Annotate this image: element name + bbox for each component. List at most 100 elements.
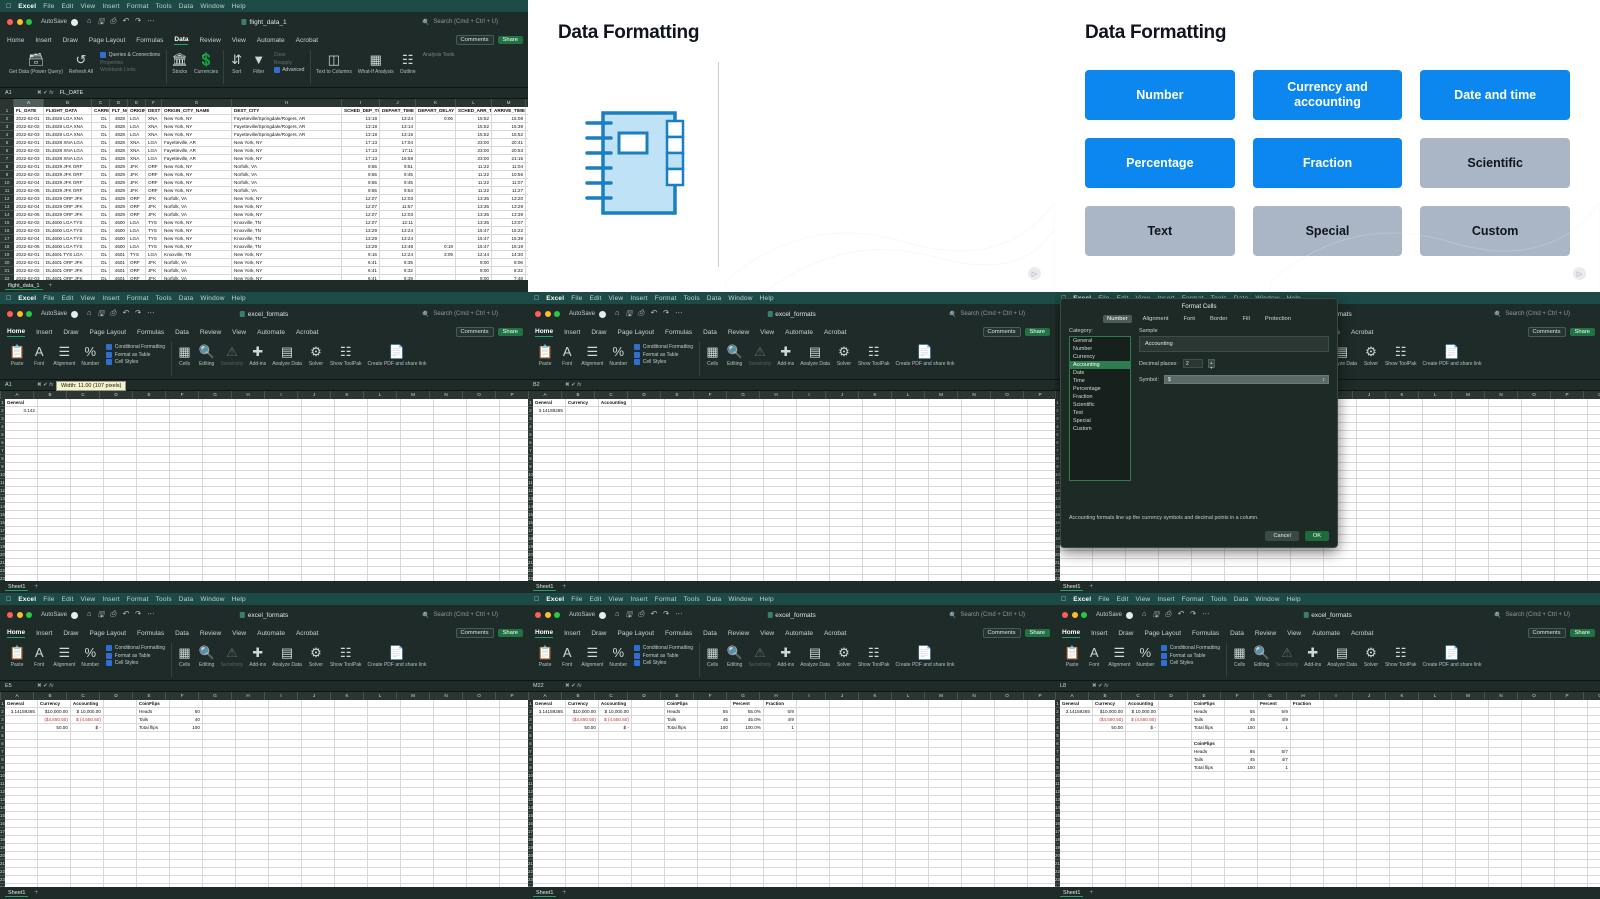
cell[interactable] [467, 756, 500, 763]
cell[interactable] [665, 567, 698, 574]
cell[interactable] [302, 543, 335, 550]
cell[interactable]: Norfolk, VA [162, 259, 232, 266]
print-icon[interactable]: ⎙ [110, 308, 116, 321]
cell[interactable] [203, 407, 236, 414]
column-header-E[interactable]: E [1188, 692, 1221, 700]
cell[interactable] [71, 876, 104, 883]
analysis-tools-item[interactable]: Analysis Tools [423, 52, 455, 58]
cell[interactable] [71, 860, 104, 867]
cell[interactable] [632, 732, 665, 739]
cell[interactable] [533, 567, 566, 574]
quick-access-toolbar[interactable]: ⌂🖫⎙↶↷⋯ [1142, 609, 1209, 622]
cell[interactable] [5, 804, 38, 811]
menu-view[interactable]: View [609, 295, 624, 302]
cell[interactable] [830, 559, 863, 566]
cell[interactable] [566, 543, 599, 550]
cell[interactable] [1456, 836, 1489, 843]
cell[interactable]: XNA [146, 131, 162, 138]
cell[interactable]: New York, NY [162, 115, 232, 122]
cell[interactable] [203, 740, 236, 747]
cell[interactable] [1489, 455, 1522, 462]
cell[interactable] [368, 511, 401, 518]
menu-help[interactable]: Help [232, 596, 246, 603]
cell[interactable] [1588, 860, 1600, 867]
cell[interactable] [1159, 748, 1192, 755]
cell[interactable]: General [5, 399, 38, 406]
cell[interactable] [962, 804, 995, 811]
cell[interactable] [1555, 700, 1588, 707]
cell[interactable] [203, 399, 236, 406]
row-header[interactable]: 18 [0, 243, 14, 251]
cell[interactable] [1060, 764, 1093, 771]
cell[interactable] [665, 796, 698, 803]
cell[interactable] [1028, 820, 1055, 827]
cell[interactable]: Fayetteville/Springdale/Rogers, AR [232, 123, 342, 130]
cell[interactable] [1357, 812, 1390, 819]
column-header-N[interactable]: N [1485, 391, 1518, 399]
cell[interactable] [269, 804, 302, 811]
cell[interactable]: 2022-02-01 [14, 139, 44, 146]
menu-view[interactable]: View [81, 295, 96, 302]
cell[interactable] [236, 772, 269, 779]
cell[interactable] [698, 876, 731, 883]
cell[interactable] [269, 527, 302, 534]
cell[interactable] [1456, 740, 1489, 747]
sheet-cells[interactable]: FL_DATEFLIGHT_DATACARRIERFLT_NOORIGINDES… [14, 107, 528, 292]
cell[interactable] [797, 511, 830, 518]
autosave-toggle[interactable]: AutoSave [1096, 611, 1134, 619]
cell[interactable] [170, 495, 203, 502]
cell[interactable] [170, 559, 203, 566]
cell[interactable] [38, 543, 71, 550]
column-header-B[interactable]: B [34, 692, 67, 700]
cell[interactable] [1357, 724, 1390, 731]
cell[interactable] [1028, 439, 1055, 446]
column-header-O[interactable]: O [463, 391, 496, 399]
cell[interactable] [929, 876, 962, 883]
table-row[interactable] [4, 511, 528, 519]
cell[interactable] [236, 724, 269, 731]
add-sheet-icon[interactable]: + [34, 584, 38, 590]
cell[interactable] [104, 455, 137, 462]
cell[interactable] [599, 415, 632, 422]
category-item-currency[interactable]: Currency [1070, 353, 1130, 361]
cell[interactable] [1390, 700, 1423, 707]
cell[interactable]: 2022-02-04 [14, 179, 44, 186]
cell[interactable] [5, 788, 38, 795]
cell[interactable] [797, 431, 830, 438]
cell[interactable] [104, 439, 137, 446]
tab-view[interactable]: View [760, 329, 774, 336]
cell[interactable] [1225, 868, 1258, 875]
cell[interactable] [5, 487, 38, 494]
cell[interactable] [896, 503, 929, 510]
cell[interactable] [1028, 487, 1055, 494]
cell[interactable] [137, 868, 170, 875]
cell[interactable] [1126, 828, 1159, 835]
formula-content[interactable]: FL_DATE [60, 90, 84, 96]
cell[interactable] [1291, 567, 1324, 574]
cell[interactable]: 17:13 [342, 147, 380, 154]
table-row[interactable] [532, 535, 1055, 543]
cell[interactable] [962, 764, 995, 771]
column-header-K[interactable]: K [1386, 692, 1419, 700]
add-sheet-icon[interactable]: + [34, 890, 38, 896]
cell[interactable] [500, 788, 528, 795]
cell[interactable] [599, 796, 632, 803]
cell[interactable] [434, 812, 467, 819]
cell[interactable] [500, 407, 528, 414]
column-header-L[interactable]: L [1419, 391, 1452, 399]
cell[interactable] [236, 764, 269, 771]
table-row[interactable]: 2022-02-02 DL4828 LGA XNA DL 4828 LGA XNA New … [14, 123, 528, 131]
cell[interactable] [764, 796, 797, 803]
cell[interactable] [1489, 567, 1522, 574]
cell[interactable] [500, 455, 528, 462]
cell[interactable] [236, 567, 269, 574]
cell[interactable] [1456, 700, 1489, 707]
cell[interactable] [566, 487, 599, 494]
menu-window[interactable]: Window [200, 3, 224, 10]
cell[interactable] [5, 495, 38, 502]
cell[interactable] [731, 439, 764, 446]
cell[interactable] [38, 527, 71, 534]
cell[interactable] [434, 700, 467, 707]
cell[interactable] [38, 471, 71, 478]
ribbon-outline[interactable]: ☷ Outline [397, 50, 419, 76]
